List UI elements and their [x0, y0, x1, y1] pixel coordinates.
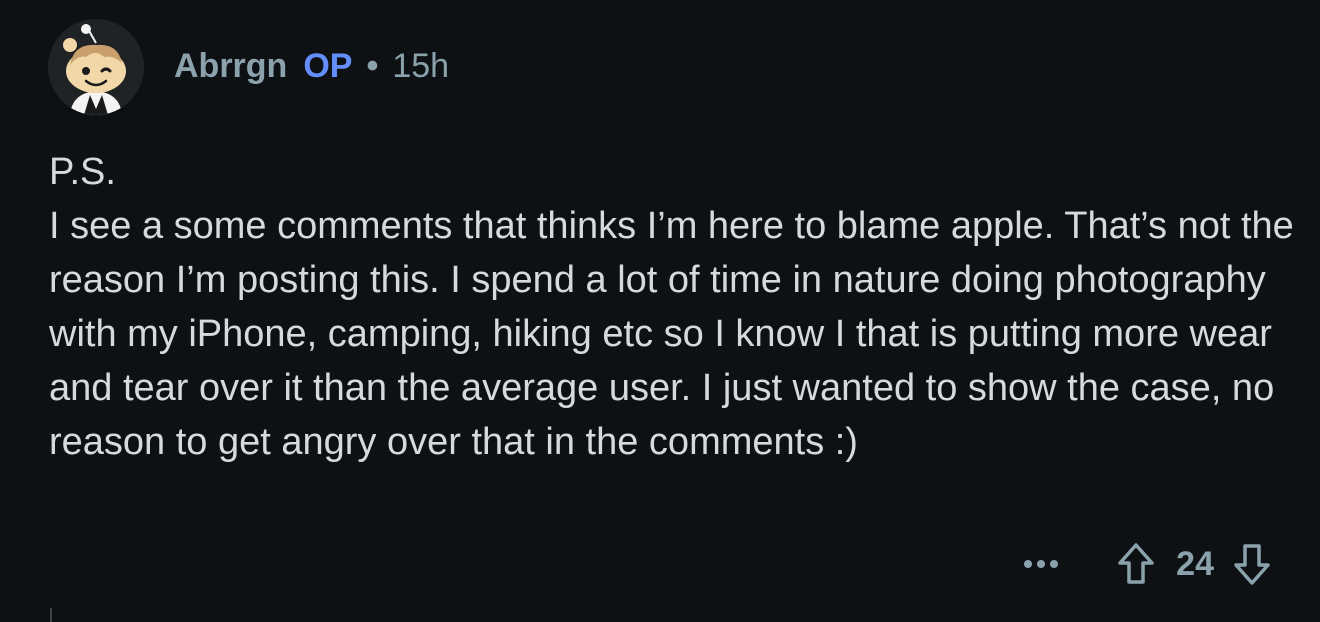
- user-avatar[interactable]: [48, 19, 144, 115]
- comment-text-paragraph: I see a some comments that thinks I’m he…: [49, 205, 1305, 463]
- comment-timestamp[interactable]: 15h: [392, 49, 449, 83]
- meta-separator: •: [366, 47, 379, 85]
- more-dot: [1037, 560, 1046, 568]
- comment-text-line: P.S.: [49, 151, 116, 193]
- comment-body: P.S. I see a some comments that thinks I…: [49, 145, 1299, 469]
- upvote-button[interactable]: [1116, 542, 1156, 586]
- more-dot: [1050, 560, 1059, 568]
- downvote-button[interactable]: [1232, 542, 1272, 586]
- author-username[interactable]: Abrrgn: [174, 49, 287, 83]
- thread-line[interactable]: [50, 608, 52, 622]
- snoo-avatar-icon: [48, 19, 144, 115]
- op-badge: OP: [303, 47, 353, 85]
- vote-score: 24: [1176, 544, 1214, 583]
- comment-actions: 24: [1024, 538, 1272, 590]
- downvote-arrow-icon: [1234, 544, 1270, 585]
- comment-header: Abrrgn OP • 15h: [48, 18, 449, 116]
- upvote-arrow-icon: [1118, 543, 1154, 584]
- more-dot: [1024, 560, 1033, 568]
- comment: Abrrgn OP • 15h P.S. I see a some commen…: [0, 0, 1320, 622]
- more-options-button[interactable]: [1024, 560, 1059, 568]
- comment-meta: Abrrgn OP • 15h: [174, 49, 449, 83]
